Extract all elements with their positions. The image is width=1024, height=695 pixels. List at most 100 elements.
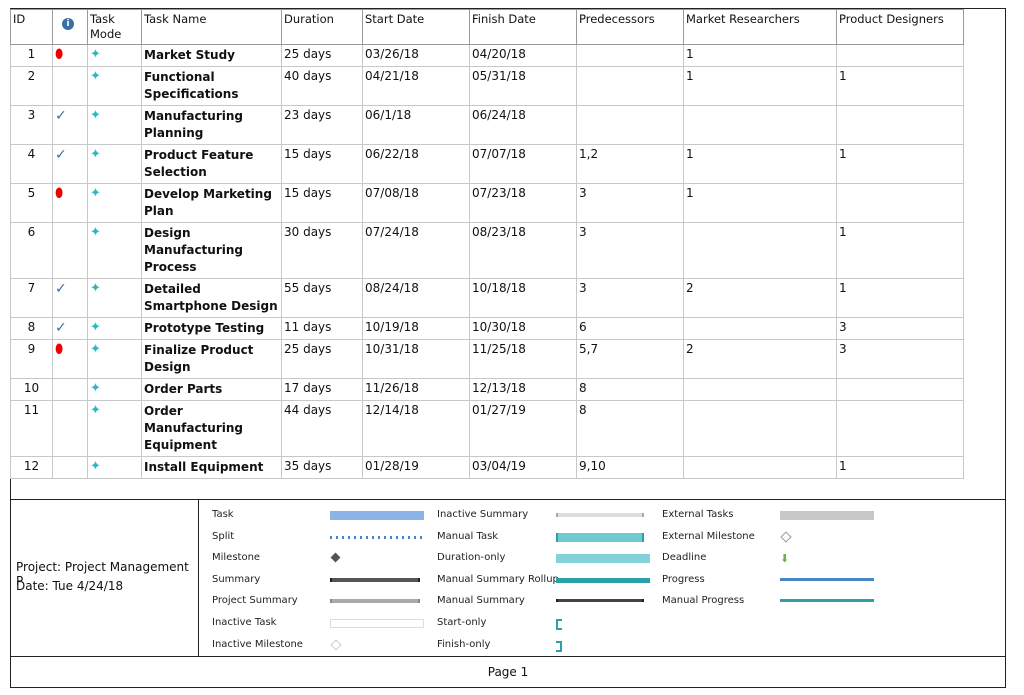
- cell-task-mode[interactable]: ✦: [87, 183, 142, 223]
- cell-predecessors[interactable]: 8: [576, 400, 684, 457]
- cell-start-date[interactable]: 01/28/19: [362, 456, 470, 479]
- cell-start-date[interactable]: 04/21/18: [362, 66, 470, 106]
- cell-task-mode[interactable]: ✦: [87, 66, 142, 106]
- cell-market-researchers[interactable]: [683, 222, 837, 279]
- cell-start-date[interactable]: 12/14/18: [362, 400, 470, 457]
- table-row[interactable]: 10 ✦ Order Parts 17 days 11/26/18 12/13/…: [10, 378, 964, 401]
- cell-market-researchers[interactable]: 1: [683, 183, 837, 223]
- cell-product-designers[interactable]: [836, 378, 964, 401]
- cell-duration[interactable]: 11 days: [281, 317, 363, 340]
- cell-duration[interactable]: 23 days: [281, 105, 363, 145]
- cell-start-date[interactable]: 10/19/18: [362, 317, 470, 340]
- cell-task-name[interactable]: Market Study: [141, 44, 282, 67]
- cell-start-date[interactable]: 03/26/18: [362, 44, 470, 67]
- cell-task-mode[interactable]: ✦: [87, 144, 142, 184]
- cell-finish-date[interactable]: 01/27/19: [469, 400, 577, 457]
- cell-predecessors[interactable]: 3: [576, 278, 684, 318]
- cell-predecessors[interactable]: 8: [576, 378, 684, 401]
- cell-task-mode[interactable]: ✦: [87, 317, 142, 340]
- table-row[interactable]: 6 ✦ Design Manufacturing Process 30 days…: [10, 222, 964, 279]
- cell-market-researchers[interactable]: [683, 456, 837, 479]
- cell-task-mode[interactable]: ✦: [87, 44, 142, 67]
- cell-predecessors[interactable]: [576, 44, 684, 67]
- cell-predecessors[interactable]: 3: [576, 183, 684, 223]
- cell-start-date[interactable]: 11/26/18: [362, 378, 470, 401]
- cell-duration[interactable]: 25 days: [281, 339, 363, 379]
- cell-start-date[interactable]: 10/31/18: [362, 339, 470, 379]
- cell-duration[interactable]: 17 days: [281, 378, 363, 401]
- cell-market-researchers[interactable]: [683, 105, 837, 145]
- cell-duration[interactable]: 30 days: [281, 222, 363, 279]
- cell-task-name[interactable]: Finalize Product Design: [141, 339, 282, 379]
- cell-task-name[interactable]: Design Manufacturing Process: [141, 222, 282, 279]
- table-row[interactable]: 4 ✓ ✦ Product Feature Selection 15 days …: [10, 144, 964, 184]
- table-row[interactable]: 1 ⬮ ✦ Market Study 25 days 03/26/18 04/2…: [10, 44, 964, 67]
- cell-task-name[interactable]: Develop Marketing Plan: [141, 183, 282, 223]
- cell-start-date[interactable]: 08/24/18: [362, 278, 470, 318]
- table-row[interactable]: 11 ✦ Order Manufacturing Equipment 44 da…: [10, 400, 964, 457]
- cell-start-date[interactable]: 07/08/18: [362, 183, 470, 223]
- cell-product-designers[interactable]: 3: [836, 339, 964, 379]
- cell-duration[interactable]: 44 days: [281, 400, 363, 457]
- table-row[interactable]: 12 ✦ Install Equipment 35 days 01/28/19 …: [10, 456, 964, 479]
- cell-market-researchers[interactable]: [683, 400, 837, 457]
- cell-duration[interactable]: 40 days: [281, 66, 363, 106]
- cell-market-researchers[interactable]: 2: [683, 278, 837, 318]
- table-row[interactable]: 9 ⬮ ✦ Finalize Product Design 25 days 10…: [10, 339, 964, 379]
- cell-task-mode[interactable]: ✦: [87, 400, 142, 457]
- cell-task-name[interactable]: Prototype Testing: [141, 317, 282, 340]
- cell-finish-date[interactable]: 10/18/18: [469, 278, 577, 318]
- cell-start-date[interactable]: 06/22/18: [362, 144, 470, 184]
- cell-task-name[interactable]: Order Manufacturing Equipment: [141, 400, 282, 457]
- cell-product-designers[interactable]: [836, 183, 964, 223]
- table-row[interactable]: 8 ✓ ✦ Prototype Testing 11 days 10/19/18…: [10, 317, 964, 340]
- cell-start-date[interactable]: 07/24/18: [362, 222, 470, 279]
- cell-predecessors[interactable]: 6: [576, 317, 684, 340]
- cell-task-name[interactable]: Detailed Smartphone Design: [141, 278, 282, 318]
- cell-product-designers[interactable]: [836, 105, 964, 145]
- cell-task-mode[interactable]: ✦: [87, 222, 142, 279]
- cell-market-researchers[interactable]: 2: [683, 339, 837, 379]
- cell-product-designers[interactable]: [836, 400, 964, 457]
- table-row[interactable]: 5 ⬮ ✦ Develop Marketing Plan 15 days 07/…: [10, 183, 964, 223]
- cell-finish-date[interactable]: 06/24/18: [469, 105, 577, 145]
- cell-duration[interactable]: 25 days: [281, 44, 363, 67]
- cell-product-designers[interactable]: [836, 44, 964, 67]
- cell-product-designers[interactable]: 1: [836, 66, 964, 106]
- cell-product-designers[interactable]: 3: [836, 317, 964, 340]
- cell-finish-date[interactable]: 07/23/18: [469, 183, 577, 223]
- cell-duration[interactable]: 35 days: [281, 456, 363, 479]
- table-row[interactable]: 2 ✦ Functional Specifications 40 days 04…: [10, 66, 964, 106]
- cell-product-designers[interactable]: 1: [836, 222, 964, 279]
- cell-duration[interactable]: 15 days: [281, 144, 363, 184]
- cell-task-mode[interactable]: ✦: [87, 378, 142, 401]
- cell-task-mode[interactable]: ✦: [87, 278, 142, 318]
- cell-predecessors[interactable]: 5,7: [576, 339, 684, 379]
- cell-finish-date[interactable]: 07/07/18: [469, 144, 577, 184]
- cell-market-researchers[interactable]: 1: [683, 144, 837, 184]
- cell-task-name[interactable]: Functional Specifications: [141, 66, 282, 106]
- cell-predecessors[interactable]: 1,2: [576, 144, 684, 184]
- cell-predecessors[interactable]: 3: [576, 222, 684, 279]
- table-row[interactable]: 3 ✓ ✦ Manufacturing Planning 23 days 06/…: [10, 105, 964, 145]
- cell-duration[interactable]: 15 days: [281, 183, 363, 223]
- cell-task-name[interactable]: Order Parts: [141, 378, 282, 401]
- cell-finish-date[interactable]: 10/30/18: [469, 317, 577, 340]
- cell-task-mode[interactable]: ✦: [87, 105, 142, 145]
- cell-finish-date[interactable]: 11/25/18: [469, 339, 577, 379]
- cell-task-mode[interactable]: ✦: [87, 456, 142, 479]
- cell-product-designers[interactable]: 1: [836, 144, 964, 184]
- cell-predecessors[interactable]: 9,10: [576, 456, 684, 479]
- cell-product-designers[interactable]: 1: [836, 456, 964, 479]
- cell-finish-date[interactable]: 05/31/18: [469, 66, 577, 106]
- cell-product-designers[interactable]: 1: [836, 278, 964, 318]
- cell-task-name[interactable]: Install Equipment: [141, 456, 282, 479]
- cell-predecessors[interactable]: [576, 66, 684, 106]
- cell-task-name[interactable]: Product Feature Selection: [141, 144, 282, 184]
- cell-market-researchers[interactable]: 1: [683, 66, 837, 106]
- table-row[interactable]: 7 ✓ ✦ Detailed Smartphone Design 55 days…: [10, 278, 964, 318]
- cell-finish-date[interactable]: 04/20/18: [469, 44, 577, 67]
- cell-market-researchers[interactable]: 1: [683, 44, 837, 67]
- cell-market-researchers[interactable]: [683, 378, 837, 401]
- cell-market-researchers[interactable]: [683, 317, 837, 340]
